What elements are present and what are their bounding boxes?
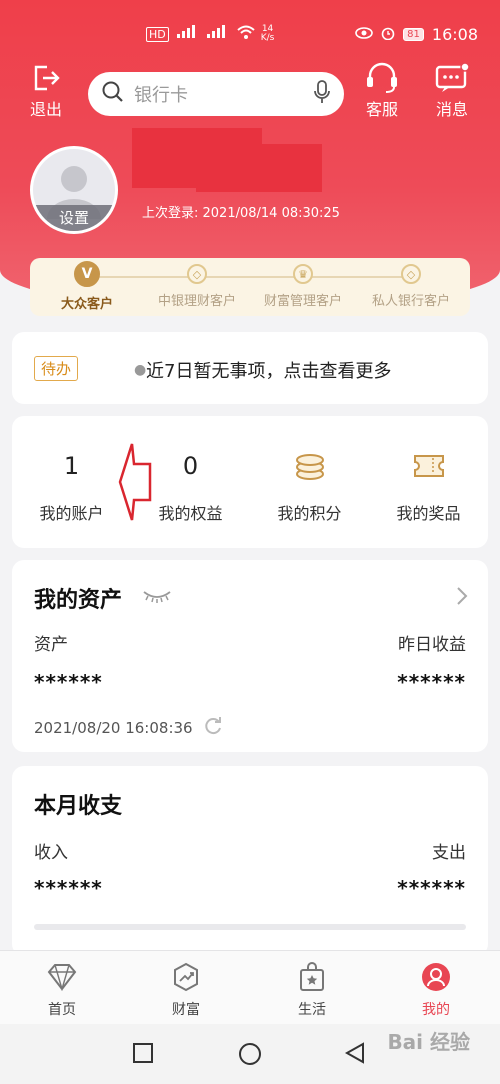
user-icon <box>396 961 476 993</box>
yesterday-earnings-value: ****** <box>397 670 466 694</box>
bottom-tab-bar: 首页 财富 生活 我的 <box>0 950 500 1024</box>
income-label: 收入 <box>34 843 68 863</box>
income-value: ****** <box>34 876 103 900</box>
eye-icon <box>355 26 373 43</box>
chevron-right-icon[interactable] <box>456 586 468 610</box>
bag-icon <box>272 961 352 993</box>
ticket-icon <box>369 446 488 486</box>
back-button[interactable] <box>344 1042 366 1068</box>
customer-service-label: 客服 <box>365 100 398 119</box>
my-accounts[interactable]: 1 我的账户 <box>12 446 131 524</box>
alarm-icon <box>381 26 395 44</box>
asset-label: 资产 <box>34 635 68 655</box>
prizes-label: 我的奖品 <box>396 504 461 523</box>
messages-button[interactable]: 消息 <box>428 62 476 120</box>
accounts-count: 1 <box>63 452 80 480</box>
todo-card[interactable]: 待办 ● 近7日暂无事项，点击查看更多 <box>12 332 488 404</box>
asset-value: ****** <box>34 670 103 694</box>
coins-icon <box>250 446 369 486</box>
annotation-arrow-icon <box>118 443 152 521</box>
my-prizes[interactable]: 我的奖品 <box>369 446 488 524</box>
square-icon <box>133 1043 153 1063</box>
net-speed-unit: K/s <box>260 33 275 43</box>
monthly-title: 本月收支 <box>34 794 123 819</box>
settings-label[interactable]: 设置 <box>33 205 115 231</box>
logout-button[interactable]: 退出 <box>22 62 70 120</box>
watermark-text: Bai 经验 <box>387 1030 470 1054</box>
expense-value: ****** <box>397 876 466 900</box>
last-login-time: 上次登录: 2021/08/14 08:30:25 <box>142 206 340 221</box>
search-bar[interactable]: 银行卡 <box>88 72 344 116</box>
top-bar: 退出 银行卡 客服 消息 <box>0 62 500 122</box>
level-label: 中银理财客户 <box>157 294 236 309</box>
level-badge-icon: V <box>74 261 100 287</box>
status-bar: HD 14 K/s 81 16:08 <box>0 22 500 50</box>
todo-tag: 待办 <box>34 356 79 381</box>
level-wealth-management[interactable]: ♛ 财富管理客户 <box>248 264 358 309</box>
recent-apps-button[interactable] <box>132 1042 154 1068</box>
accounts-label: 我的账户 <box>39 504 104 523</box>
trend-icon <box>146 961 226 993</box>
headset-icon <box>358 62 406 94</box>
my-assets-card[interactable]: 我的资产 资产 昨日收益 ****** ****** 2021/08/20 16… <box>12 560 488 752</box>
logout-icon <box>22 62 70 94</box>
net-speed: 14 K/s <box>261 25 275 43</box>
clock: 16:08 <box>431 25 478 44</box>
home-button[interactable] <box>238 1042 262 1070</box>
search-placeholder: 银行卡 <box>134 85 188 106</box>
todo-message: 近7日暂无事项，点击查看更多 <box>146 361 392 382</box>
message-icon <box>428 62 476 94</box>
back-triangle-icon <box>344 1042 364 1064</box>
signal-icon <box>175 25 231 43</box>
yesterday-earnings-label: 昨日收益 <box>398 635 466 655</box>
diamond-icon <box>22 961 102 993</box>
avatar[interactable]: 设置 <box>30 146 118 234</box>
logout-label: 退出 <box>29 100 62 119</box>
tab-home[interactable]: 首页 <box>22 961 102 1019</box>
messages-label: 消息 <box>435 100 468 119</box>
level-label: 私人银行客户 <box>371 294 450 309</box>
wifi-icon <box>237 25 255 43</box>
tab-life[interactable]: 生活 <box>272 961 352 1019</box>
tab-label: 财富 <box>172 1002 200 1018</box>
redacted-name-block-2 <box>196 144 322 192</box>
level-label: 大众客户 <box>60 297 113 312</box>
tab-label: 我的 <box>422 1002 450 1018</box>
level-label: 财富管理客户 <box>263 294 342 309</box>
income-expense-bar <box>34 924 466 930</box>
level-badge-icon: ◇ <box>187 264 207 284</box>
monthly-income-expense-card[interactable]: 本月收支 收入 支出 ****** ****** <box>12 766 488 956</box>
asset-timestamp-row: 2021/08/20 16:08:36 <box>34 716 223 740</box>
hidden-eye-icon[interactable] <box>142 588 172 608</box>
search-icon <box>102 81 124 107</box>
level-private-banking[interactable]: ◇ 私人银行客户 <box>356 264 466 309</box>
level-wealth-client[interactable]: ◇ 中银理财客户 <box>142 264 252 309</box>
level-badge-icon: ♛ <box>293 264 313 284</box>
asset-timestamp: 2021/08/20 16:08:36 <box>34 719 193 737</box>
tab-wealth[interactable]: 财富 <box>146 961 226 1019</box>
level-badge-icon: ◇ <box>401 264 421 284</box>
battery-indicator: 81 <box>403 28 424 41</box>
tab-label: 生活 <box>298 1002 326 1018</box>
tab-label: 首页 <box>48 1002 76 1018</box>
quick-stats-card: 1 我的账户 0 我的权益 我的积分 我的奖品 <box>12 416 488 548</box>
refresh-icon[interactable] <box>203 716 223 740</box>
circle-icon <box>239 1043 261 1065</box>
microphone-icon[interactable] <box>314 80 330 108</box>
bullet-icon: ● <box>134 362 147 378</box>
my-points[interactable]: 我的积分 <box>250 446 369 524</box>
points-label: 我的积分 <box>277 504 342 523</box>
tab-mine[interactable]: 我的 <box>396 961 476 1019</box>
expense-label: 支出 <box>432 843 466 863</box>
assets-title: 我的资产 <box>34 588 123 613</box>
customer-service-button[interactable]: 客服 <box>358 62 406 120</box>
hd-badge: HD <box>146 26 169 42</box>
customer-level-bar: V 大众客户 ◇ 中银理财客户 ♛ 财富管理客户 ◇ 私人银行客户 <box>30 258 470 316</box>
level-mass-customer[interactable]: V 大众客户 <box>32 261 142 312</box>
